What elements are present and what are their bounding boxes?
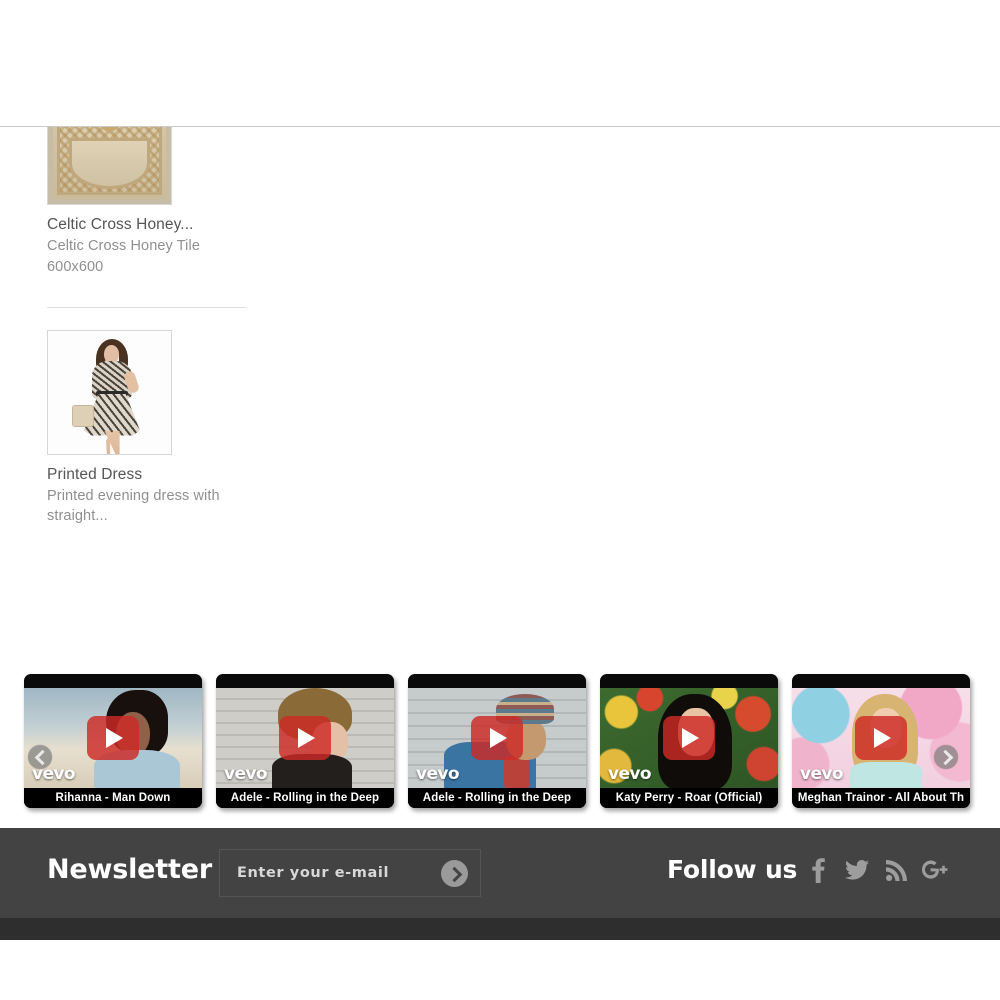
- video-card[interactable]: vevo Adele - Rolling in the Deep: [408, 674, 586, 808]
- rss-icon[interactable]: [883, 855, 909, 885]
- newsletter-input[interactable]: Enter your e-mail: [219, 849, 481, 897]
- product-thumbnail-celtic-cross[interactable]: [47, 127, 172, 205]
- page-top-whitespace: [0, 0, 1000, 126]
- footer-lower-band: [0, 918, 1000, 940]
- social-links: [805, 855, 948, 885]
- newsletter-submit-button[interactable]: [441, 860, 468, 887]
- twitter-icon[interactable]: [844, 855, 870, 885]
- video-caption: Meghan Trainor - All About Th: [792, 788, 970, 808]
- dress-model-handbag: [72, 404, 94, 427]
- newsletter-input-placeholder: Enter your e-mail: [237, 865, 390, 881]
- product-thumbnail-printed-dress[interactable]: [47, 329, 172, 455]
- video-caption: Katy Perry - Roar (Official): [600, 788, 778, 808]
- product-description: Printed evening dress with straight...: [47, 487, 220, 525]
- product-list: Celtic Cross Honey... Celtic Cross Honey…: [47, 127, 307, 527]
- video-thumbnail[interactable]: vevo: [216, 688, 394, 788]
- carousel-prev-arrow-icon[interactable]: [28, 745, 52, 769]
- play-icon[interactable]: [87, 716, 139, 760]
- video-card[interactable]: vevo Rihanna - Man Down: [24, 674, 202, 808]
- google-plus-icon[interactable]: [922, 855, 948, 885]
- product-title[interactable]: Printed Dress: [47, 465, 307, 484]
- video-thumbnail[interactable]: vevo: [792, 688, 970, 788]
- play-icon[interactable]: [471, 716, 523, 760]
- follow-us-heading: Follow us: [667, 855, 798, 884]
- video-card[interactable]: vevo Katy Perry - Roar (Official): [600, 674, 778, 808]
- vevo-watermark: vevo: [800, 764, 844, 784]
- product-item-celtic-cross[interactable]: Celtic Cross Honey... Celtic Cross Honey…: [47, 127, 307, 278]
- carousel-next-arrow-icon[interactable]: [934, 745, 958, 769]
- product-description: Celtic Cross Honey Tile 600x600: [47, 238, 200, 275]
- vevo-watermark: vevo: [608, 764, 652, 784]
- video-card[interactable]: vevo Meghan Trainor - All About Th: [792, 674, 970, 808]
- video-thumbnail[interactable]: vevo: [408, 688, 586, 788]
- video-caption: Adele - Rolling in the Deep: [216, 788, 394, 808]
- vevo-watermark: vevo: [224, 764, 268, 784]
- celtic-cross-tile-image: [48, 127, 171, 204]
- video-card[interactable]: vevo Adele - Rolling in the Deep: [216, 674, 394, 808]
- facebook-icon[interactable]: [805, 855, 831, 885]
- play-icon[interactable]: [663, 716, 715, 760]
- product-list-divider: [47, 306, 246, 308]
- play-icon[interactable]: [855, 716, 907, 760]
- video-carousel: vevo Rihanna - Man Down vevo Adele - Rol…: [0, 672, 1000, 820]
- printed-dress-image: [48, 330, 171, 454]
- newsletter-heading: Newsletter: [47, 854, 212, 885]
- product-title[interactable]: Celtic Cross Honey...: [47, 215, 307, 234]
- carousel-track: vevo Rihanna - Man Down vevo Adele - Rol…: [24, 672, 984, 820]
- product-item-printed-dress[interactable]: Printed Dress Printed evening dress with…: [47, 329, 307, 528]
- video-caption: Rihanna - Man Down: [24, 788, 202, 808]
- play-icon[interactable]: [279, 716, 331, 760]
- video-caption: Adele - Rolling in the Deep: [408, 788, 586, 808]
- video-thumbnail[interactable]: vevo: [600, 688, 778, 788]
- video-thumbnail[interactable]: vevo: [24, 688, 202, 788]
- vevo-watermark: vevo: [416, 764, 460, 784]
- dress-model-head: [104, 344, 119, 363]
